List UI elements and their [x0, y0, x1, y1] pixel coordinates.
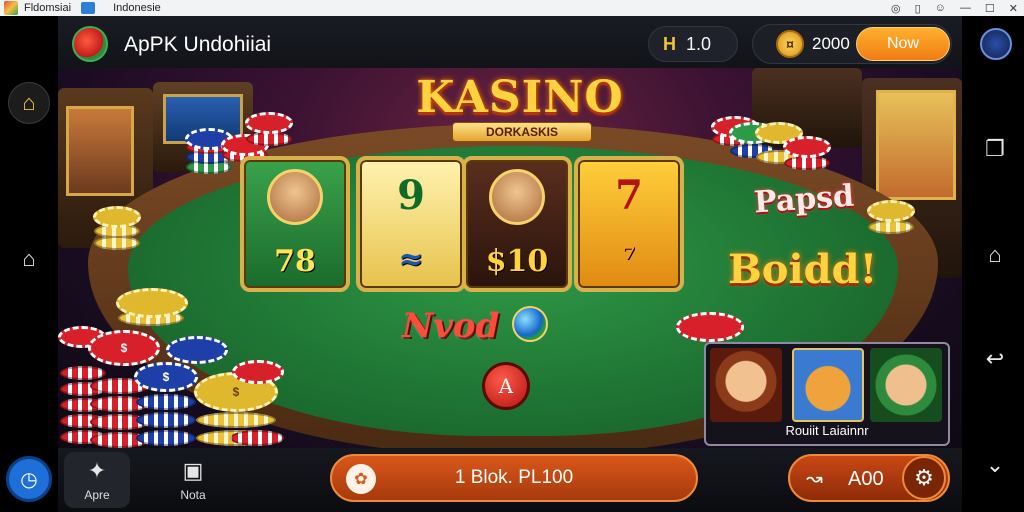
chip	[868, 220, 914, 234]
nav-apps-label: Apre	[84, 488, 110, 502]
bet-value: A00	[848, 468, 884, 490]
promo-thumb-2[interactable]	[792, 348, 864, 422]
chip	[60, 366, 106, 380]
record-icon[interactable]: ◎	[891, 2, 901, 15]
window-subtitle: Indonesie	[113, 2, 161, 14]
cowgirl-icon	[489, 169, 545, 226]
slot-reel-4[interactable]: 7 ⁷	[574, 156, 684, 292]
reel-symbol: 78	[274, 243, 316, 279]
window-controls: ◎ ▯ ☺ — ☐ ✕	[891, 0, 1018, 16]
promo-thumb-3[interactable]	[870, 348, 942, 422]
chip	[676, 312, 744, 342]
nav-apps-button[interactable]: ✦ Apre	[64, 452, 130, 508]
spin-icon: ✿	[346, 464, 376, 494]
center-action-button[interactable]: A	[482, 362, 530, 410]
clock-icon[interactable]: ◷	[6, 456, 52, 502]
close-icon[interactable]: ✕	[1009, 2, 1018, 15]
coin-balance: 2000	[812, 34, 850, 53]
chip	[246, 132, 292, 146]
chip: $	[134, 362, 198, 392]
emulator-window: Fldomsiai Indonesie ◎ ▯ ☺ — ☐ ✕ ⌂ ⌂ ◷ ❐ …	[0, 0, 1024, 512]
chip	[93, 206, 141, 228]
gear-icon[interactable]: ⚙	[902, 456, 946, 500]
window-title: Fldomsiai	[24, 2, 72, 14]
slot-reel-1[interactable]: 78	[240, 156, 350, 292]
slot-reel-3[interactable]: $10	[462, 156, 572, 292]
wave-icon: ≈	[398, 241, 424, 277]
spin-label: 1 Blok. PL100	[454, 467, 574, 488]
nav-note-label: Nota	[180, 488, 206, 502]
nav-note-button[interactable]: ▣ Nota	[160, 452, 226, 508]
chip	[783, 136, 831, 158]
back-icon[interactable]: ↩	[980, 344, 1010, 374]
slot-reel-2[interactable]: 9 ≈	[356, 156, 466, 292]
game-logo-subtitle: DORKASKIS	[452, 122, 592, 142]
level-pill[interactable]: H 1.0	[648, 26, 738, 62]
bonus-ball-icon	[512, 306, 548, 342]
nav-home-icon[interactable]: ⌂	[980, 240, 1010, 270]
chip	[867, 200, 915, 222]
minimize-icon[interactable]: —	[960, 2, 971, 14]
chip	[136, 430, 196, 446]
level-label: H	[663, 33, 676, 54]
chip: $	[88, 330, 160, 366]
window-titlebar: Fldomsiai Indonesie ◎ ▯ ☺ — ☐ ✕	[0, 0, 1024, 16]
share-arrow-icon: ↝	[806, 468, 823, 490]
paid-badge: Papsd	[752, 178, 856, 221]
window-app-icon	[4, 1, 18, 15]
apps-icon: ✦	[87, 458, 107, 483]
banner-text: Nvod	[402, 306, 500, 346]
chip	[116, 288, 188, 318]
maximize-icon[interactable]: ☐	[985, 2, 995, 15]
profile-avatar[interactable]	[980, 28, 1012, 60]
note-icon: ▣	[182, 458, 204, 483]
app-logo-icon	[72, 26, 108, 62]
chip	[136, 394, 196, 410]
level-value: 1.0	[686, 33, 712, 54]
chip	[94, 236, 140, 250]
bold-badge: Boidd!	[728, 246, 878, 293]
emoji-icon[interactable]: ☺	[935, 2, 946, 14]
chip	[245, 112, 293, 134]
now-button[interactable]: Now	[856, 27, 950, 61]
lucky-seven-icon: ⁷	[622, 241, 636, 277]
spin-button[interactable]: ✿ 1 Blok. PL100	[330, 454, 698, 502]
promo-caption: Rouiit Laiainnr	[785, 423, 869, 438]
coin-icon: ¤	[776, 30, 804, 58]
promo-panel[interactable]: Rouiit Laiainnr	[704, 342, 950, 446]
screenshot-icon[interactable]: ▯	[915, 2, 921, 15]
recent-apps-icon[interactable]: ❐	[980, 134, 1010, 164]
chip	[136, 412, 196, 428]
game-logo-title: KASINO	[416, 72, 624, 123]
reel-symbol: $10	[485, 243, 549, 279]
emulator-icon	[81, 2, 96, 14]
chip	[784, 156, 830, 170]
home-icon[interactable]: ⌂	[8, 82, 50, 124]
location-icon[interactable]: ⌂	[14, 244, 44, 274]
collapse-icon[interactable]: ⌄	[980, 450, 1010, 480]
reel-symbol: 7	[615, 171, 643, 219]
promo-thumb-1[interactable]	[710, 348, 782, 422]
chip	[196, 412, 276, 428]
chip	[232, 360, 284, 384]
app-title: ApPK Undohiiai	[124, 33, 272, 56]
chip	[166, 336, 228, 364]
chip	[230, 430, 284, 446]
character-icon	[267, 169, 323, 226]
reel-symbol: 9	[397, 171, 425, 219]
